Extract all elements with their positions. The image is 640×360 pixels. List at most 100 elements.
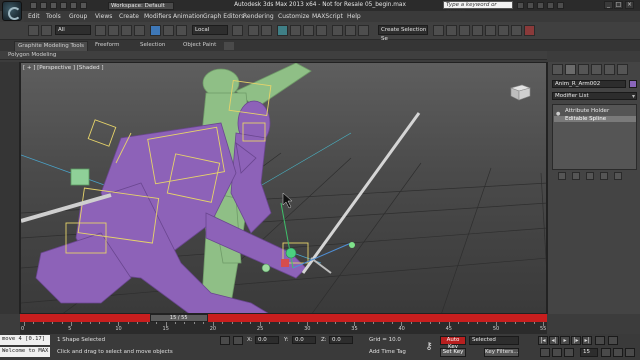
tab-freeform[interactable]: Freeform xyxy=(92,41,123,51)
previous-frame-icon[interactable]: ◂| xyxy=(549,336,559,345)
keyword-search-input[interactable]: Type a keyword or phrase xyxy=(443,1,513,15)
redo-icon[interactable] xyxy=(70,2,77,9)
percent-snap-icon[interactable] xyxy=(303,25,314,36)
select-by-name-icon[interactable] xyxy=(108,25,119,36)
current-frame-field[interactable]: 15 xyxy=(580,348,598,357)
render-production-icon[interactable] xyxy=(524,25,535,36)
hierarchy-tab-icon[interactable] xyxy=(578,64,589,75)
viewcube-icon[interactable] xyxy=(508,83,532,101)
zoom-all-icon[interactable] xyxy=(552,348,562,357)
sword-blade[interactable] xyxy=(301,112,421,274)
workspace-dropdown[interactable]: Workspace: Default xyxy=(108,2,174,10)
cube-object[interactable] xyxy=(70,168,90,186)
angle-snap-icon[interactable] xyxy=(290,25,301,36)
select-and-rotate-icon[interactable] xyxy=(163,25,174,36)
pin-stack-icon[interactable] xyxy=(558,172,566,180)
project-folder-icon[interactable] xyxy=(80,2,87,9)
menu-modifiers[interactable]: Modifiers xyxy=(144,13,171,20)
auto-key-button[interactable]: Auto Key xyxy=(440,336,466,350)
set-key-button[interactable]: Set Key xyxy=(440,348,466,357)
menu-tools[interactable]: Tools xyxy=(46,13,61,20)
key-filters-button[interactable]: Key Filters... xyxy=(484,348,519,357)
object-name-field[interactable]: Anim_R_Arm002 xyxy=(552,80,626,88)
maxscript-listener-line2[interactable]: Welcome to MAX xyxy=(0,347,50,357)
stack-item-attribute-holder[interactable]: Attribute Holder xyxy=(565,108,609,114)
redo-tool-icon[interactable] xyxy=(41,25,52,36)
material-editor-icon[interactable] xyxy=(485,25,496,36)
tab-selection[interactable]: Selection xyxy=(137,41,168,51)
menu-views[interactable]: Views xyxy=(95,13,112,20)
menu-help[interactable]: Help xyxy=(347,13,361,20)
play-icon[interactable]: ▸ xyxy=(560,336,570,345)
menu-group[interactable]: Group xyxy=(69,13,87,20)
window-crossing-icon[interactable] xyxy=(134,25,145,36)
app-logo-icon[interactable] xyxy=(2,1,22,21)
align-icon[interactable] xyxy=(358,25,369,36)
make-unique-icon[interactable] xyxy=(586,172,594,180)
go-to-end-icon[interactable]: ▸| xyxy=(582,336,592,345)
select-and-manipulate-icon[interactable] xyxy=(248,25,259,36)
object-color-swatch[interactable] xyxy=(629,80,637,88)
next-frame-icon[interactable]: |▸ xyxy=(571,336,581,345)
utilities-tab-icon[interactable] xyxy=(617,64,628,75)
z-coord-field[interactable]: 0.0 xyxy=(329,336,353,344)
select-and-move-icon[interactable] xyxy=(150,25,161,36)
time-slider-thumb[interactable]: 15 / 55 xyxy=(149,314,208,322)
go-to-start-icon[interactable]: |◂ xyxy=(538,336,548,345)
maxscript-listener-line1[interactable]: move 4 [0.17] xyxy=(0,335,50,345)
absolute-mode-icon[interactable] xyxy=(233,336,243,345)
zoom-icon[interactable] xyxy=(540,348,550,357)
show-end-result-icon[interactable] xyxy=(572,172,580,180)
tab-object-paint[interactable]: Object Paint xyxy=(180,41,219,51)
help-icon[interactable] xyxy=(557,2,564,9)
selection-filter-dropdown[interactable]: All xyxy=(55,25,91,35)
render-setup-icon[interactable] xyxy=(498,25,509,36)
menu-maxscript[interactable]: MAXScript xyxy=(312,13,343,20)
reference-coordinate-dropdown[interactable]: Local xyxy=(192,25,228,35)
key-mode-toggle-icon[interactable] xyxy=(595,336,605,345)
menu-create[interactable]: Create xyxy=(119,13,139,20)
open-file-icon[interactable] xyxy=(40,2,47,9)
save-file-icon[interactable] xyxy=(50,2,57,9)
pivot-center-icon[interactable] xyxy=(232,25,243,36)
layer-manager-icon[interactable] xyxy=(433,25,444,36)
time-slider[interactable]: 15 / 55 xyxy=(20,314,547,322)
configure-modifier-sets-icon[interactable] xyxy=(614,172,622,180)
track-bar[interactable]: 0 5 10 15 20 25 30 35 40 45 50 55 xyxy=(20,322,547,334)
lock-selection-icon[interactable] xyxy=(220,336,230,345)
polygon-modeling-panel-label[interactable]: Polygon Modeling xyxy=(8,52,56,58)
select-object-icon[interactable] xyxy=(95,25,106,36)
keyboard-shortcut-icon[interactable] xyxy=(261,25,272,36)
named-selection-set-dropdown[interactable]: Create Selection Se xyxy=(378,25,428,42)
tab-graphite-modeling-tools[interactable]: Graphite Modeling Tools xyxy=(14,41,89,51)
minimize-icon[interactable]: _ xyxy=(604,1,613,9)
new-file-icon[interactable] xyxy=(30,2,37,9)
graphite-toggle-icon[interactable] xyxy=(446,25,457,36)
edit-named-selection-icon[interactable] xyxy=(332,25,343,36)
key-icon[interactable]: ⚷ xyxy=(422,341,436,353)
search-icon[interactable] xyxy=(517,2,524,9)
close-icon[interactable]: × xyxy=(625,1,634,9)
motion-tab-icon[interactable] xyxy=(591,64,602,75)
create-tab-icon[interactable] xyxy=(552,64,563,75)
viewport-label[interactable]: [ + ] [Perspective ] [Shaded ] xyxy=(23,65,104,71)
selection-region-icon[interactable] xyxy=(121,25,132,36)
schematic-view-icon[interactable] xyxy=(472,25,483,36)
stack-item-editable-spline[interactable]: Editable Spline xyxy=(554,116,636,122)
communication-center-icon[interactable] xyxy=(537,2,544,9)
undo-tool-icon[interactable] xyxy=(28,25,39,36)
menu-animation[interactable]: Animation xyxy=(173,13,204,20)
undo-icon[interactable] xyxy=(60,2,67,9)
pan-view-icon[interactable] xyxy=(564,348,574,357)
subscription-icon[interactable] xyxy=(527,2,534,9)
key-set-dropdown[interactable]: Selected xyxy=(469,336,519,345)
menu-rendering[interactable]: Rendering xyxy=(243,13,274,20)
snaps-toggle-icon[interactable] xyxy=(277,25,288,36)
select-and-scale-icon[interactable] xyxy=(176,25,187,36)
menu-customize[interactable]: Customize xyxy=(278,13,310,20)
menu-graph-editors[interactable]: Graph Editors xyxy=(203,13,244,20)
curve-editor-icon[interactable] xyxy=(459,25,470,36)
perspective-viewport[interactable]: [ + ] [Perspective ] [Shaded ] xyxy=(20,62,547,314)
remove-modifier-icon[interactable] xyxy=(600,172,608,180)
maximize-viewport-icon[interactable] xyxy=(625,348,635,357)
